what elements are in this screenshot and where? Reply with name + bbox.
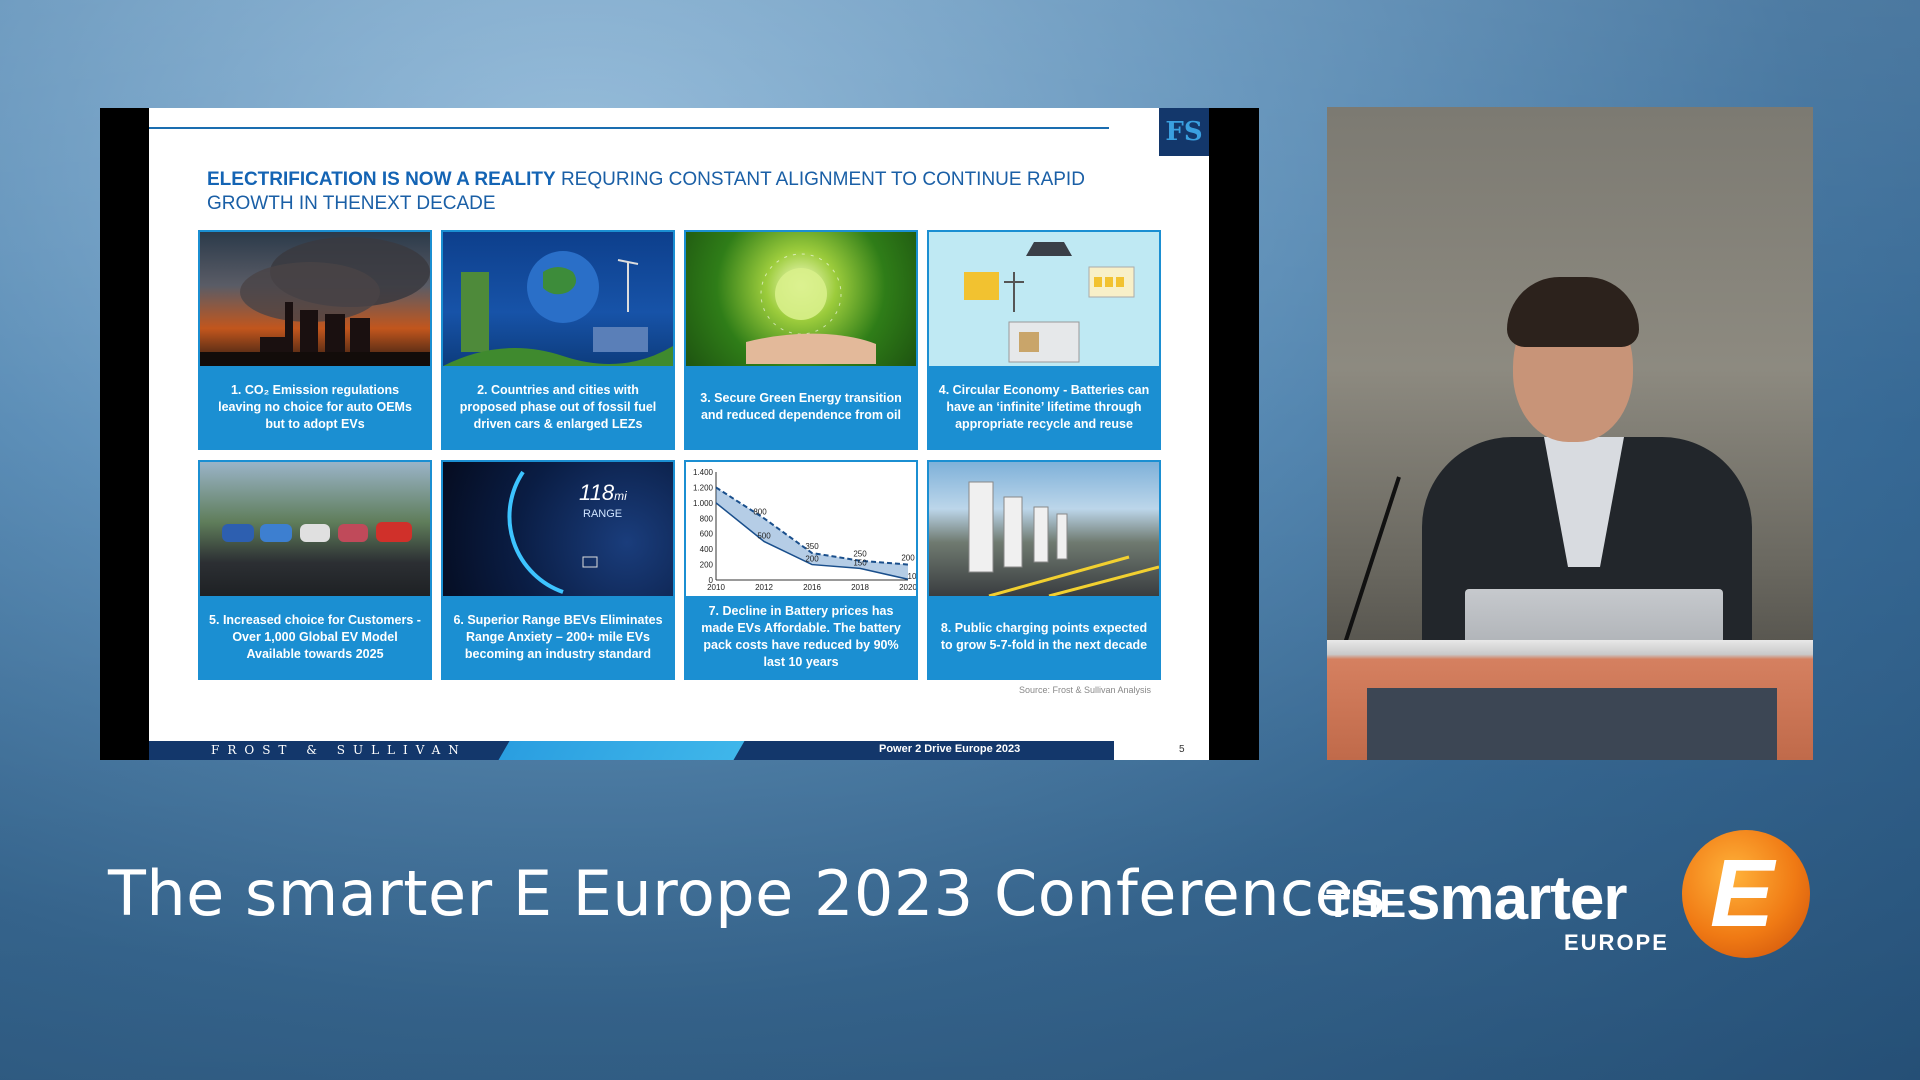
chart-x-tick: 2016 bbox=[803, 583, 821, 592]
slide-page-number: 5 bbox=[1179, 744, 1185, 755]
speaker-hair bbox=[1507, 277, 1639, 347]
footer-event: Power 2 Drive Europe 2023 bbox=[879, 743, 1021, 755]
logo-e-letter: E bbox=[1710, 840, 1775, 947]
card-fossil-phase-out: 2. Countries and cities with proposed ph… bbox=[441, 230, 675, 450]
conference-title: The smarter E Europe 2023 Conferences bbox=[108, 857, 1387, 930]
chart-data-label: 150 bbox=[853, 558, 867, 567]
hand-holding-globe-image bbox=[686, 232, 916, 366]
card-caption: 3. Secure Green Energy transition and re… bbox=[700, 391, 902, 422]
frost-sullivan-logo: FS bbox=[1159, 108, 1209, 156]
charging-stations-image bbox=[929, 462, 1159, 596]
card-customer-choice: 5. Increased choice for Customers - Over… bbox=[198, 460, 432, 680]
card-caption: 4. Circular Economy - Batteries can have… bbox=[938, 382, 1150, 431]
footer-brand: FROST & SULLIVAN bbox=[211, 743, 467, 757]
chart-y-tick: 800 bbox=[700, 514, 714, 523]
chart-x-tick: 2018 bbox=[851, 583, 869, 592]
chart-x-tick: 2010 bbox=[707, 583, 725, 592]
card-public-charging: 8. Public charging points expected to gr… bbox=[927, 460, 1161, 680]
slide-title-bold: ELECTRIFICATION IS NOW A REALITY bbox=[207, 169, 556, 190]
card-caption: 5. Increased choice for Customers - Over… bbox=[209, 612, 421, 661]
podium-panel bbox=[1367, 688, 1777, 760]
speaker-video bbox=[1327, 107, 1813, 760]
card-circular-economy: 4. Circular Economy - Batteries can have… bbox=[927, 230, 1161, 450]
presentation-slide-window: FS ELECTRIFICATION IS NOW A REALITY REQU… bbox=[100, 108, 1259, 760]
chart-data-label: 800 bbox=[753, 507, 767, 516]
chart-data-label: 200 bbox=[901, 554, 915, 563]
chart-x-tick: 2012 bbox=[755, 583, 773, 592]
slide-title: ELECTRIFICATION IS NOW A REALITY REQURIN… bbox=[207, 168, 1107, 216]
smarter-e-logo: THE smarter EUROPE E bbox=[1326, 830, 1816, 960]
podium bbox=[1327, 640, 1813, 760]
chart-y-tick: 1.200 bbox=[693, 483, 714, 492]
power-plant-smoke-image bbox=[200, 232, 430, 366]
parked-cars-image bbox=[200, 462, 430, 596]
card-caption: 6. Superior Range BEVs Eliminates Range … bbox=[453, 612, 663, 661]
slide-source: Source: Frost & Sullivan Analysis bbox=[1019, 685, 1152, 695]
battery-price-chart-svg: 02004006008001.0001.2001.4002010 2012 2016… bbox=[693, 468, 916, 592]
chart-area-band bbox=[716, 487, 908, 580]
slide: FS ELECTRIFICATION IS NOW A REALITY REQU… bbox=[149, 108, 1209, 760]
range-label: RANGE bbox=[583, 508, 623, 520]
gauge-icon bbox=[507, 470, 598, 594]
battery-price-chart: 0 200 400 600 800 1.000 1.200 1.400 2010 2012 2016… bbox=[686, 462, 916, 596]
card-caption: 2. Countries and cities with proposed ph… bbox=[459, 382, 657, 431]
battery-recycling-image bbox=[929, 232, 1159, 366]
card-caption: 7. Decline in Battery prices has made EV… bbox=[701, 604, 901, 669]
footer-stripe bbox=[498, 741, 745, 760]
card-superior-range: 118mi RANGE 6. Superior Range BEVs Elimi… bbox=[441, 460, 675, 680]
charging-station-icon bbox=[968, 481, 1159, 596]
hand-globe-icon bbox=[746, 253, 876, 364]
green-city-globe-image bbox=[443, 232, 673, 366]
slide-footer: FROST & SULLIVAN Power 2 Drive Europe 20… bbox=[149, 741, 1209, 760]
slide-top-rule bbox=[149, 127, 1109, 129]
power-plant-smoke-icon bbox=[200, 237, 430, 366]
battery-recycling-icon bbox=[964, 242, 1135, 363]
chart-data-label: 500 bbox=[757, 531, 771, 540]
footer-end bbox=[1114, 741, 1209, 760]
chart-data-label: 10 bbox=[908, 572, 916, 581]
logo-the: THE bbox=[1326, 882, 1406, 926]
range-value: 118mi bbox=[579, 480, 627, 505]
logo-europe: EUROPE bbox=[1564, 930, 1669, 955]
chart-y-tick: 1.000 bbox=[693, 499, 714, 508]
chart-x-tick: 2020 bbox=[899, 583, 916, 592]
chart-data-label: 250 bbox=[853, 550, 867, 559]
chart-y-tick: 600 bbox=[700, 530, 714, 539]
globe-city-icon bbox=[443, 251, 673, 366]
chart-y-tick: 400 bbox=[700, 545, 714, 554]
card-caption: 8. Public charging points expected to gr… bbox=[940, 621, 1148, 652]
card-co2-regulations: 1. CO₂ Emission regulations leaving no c… bbox=[198, 230, 432, 450]
chart-data-label: 200 bbox=[805, 555, 819, 564]
card-battery-prices: 0 200 400 600 800 1.000 1.200 1.400 2010 2012 2016… bbox=[684, 460, 918, 680]
parked-cars-icon bbox=[222, 522, 412, 542]
logo-smarter: smarter bbox=[1406, 864, 1627, 933]
chart-y-tick: 200 bbox=[700, 561, 714, 570]
range-dashboard-image: 118mi RANGE bbox=[443, 462, 673, 596]
card-caption: 1. CO₂ Emission regulations leaving no c… bbox=[218, 382, 412, 431]
card-green-energy: 3. Secure Green Energy transition and re… bbox=[684, 230, 918, 450]
chart-data-label: 350 bbox=[805, 542, 819, 551]
chart-y-tick: 1.400 bbox=[693, 468, 714, 477]
